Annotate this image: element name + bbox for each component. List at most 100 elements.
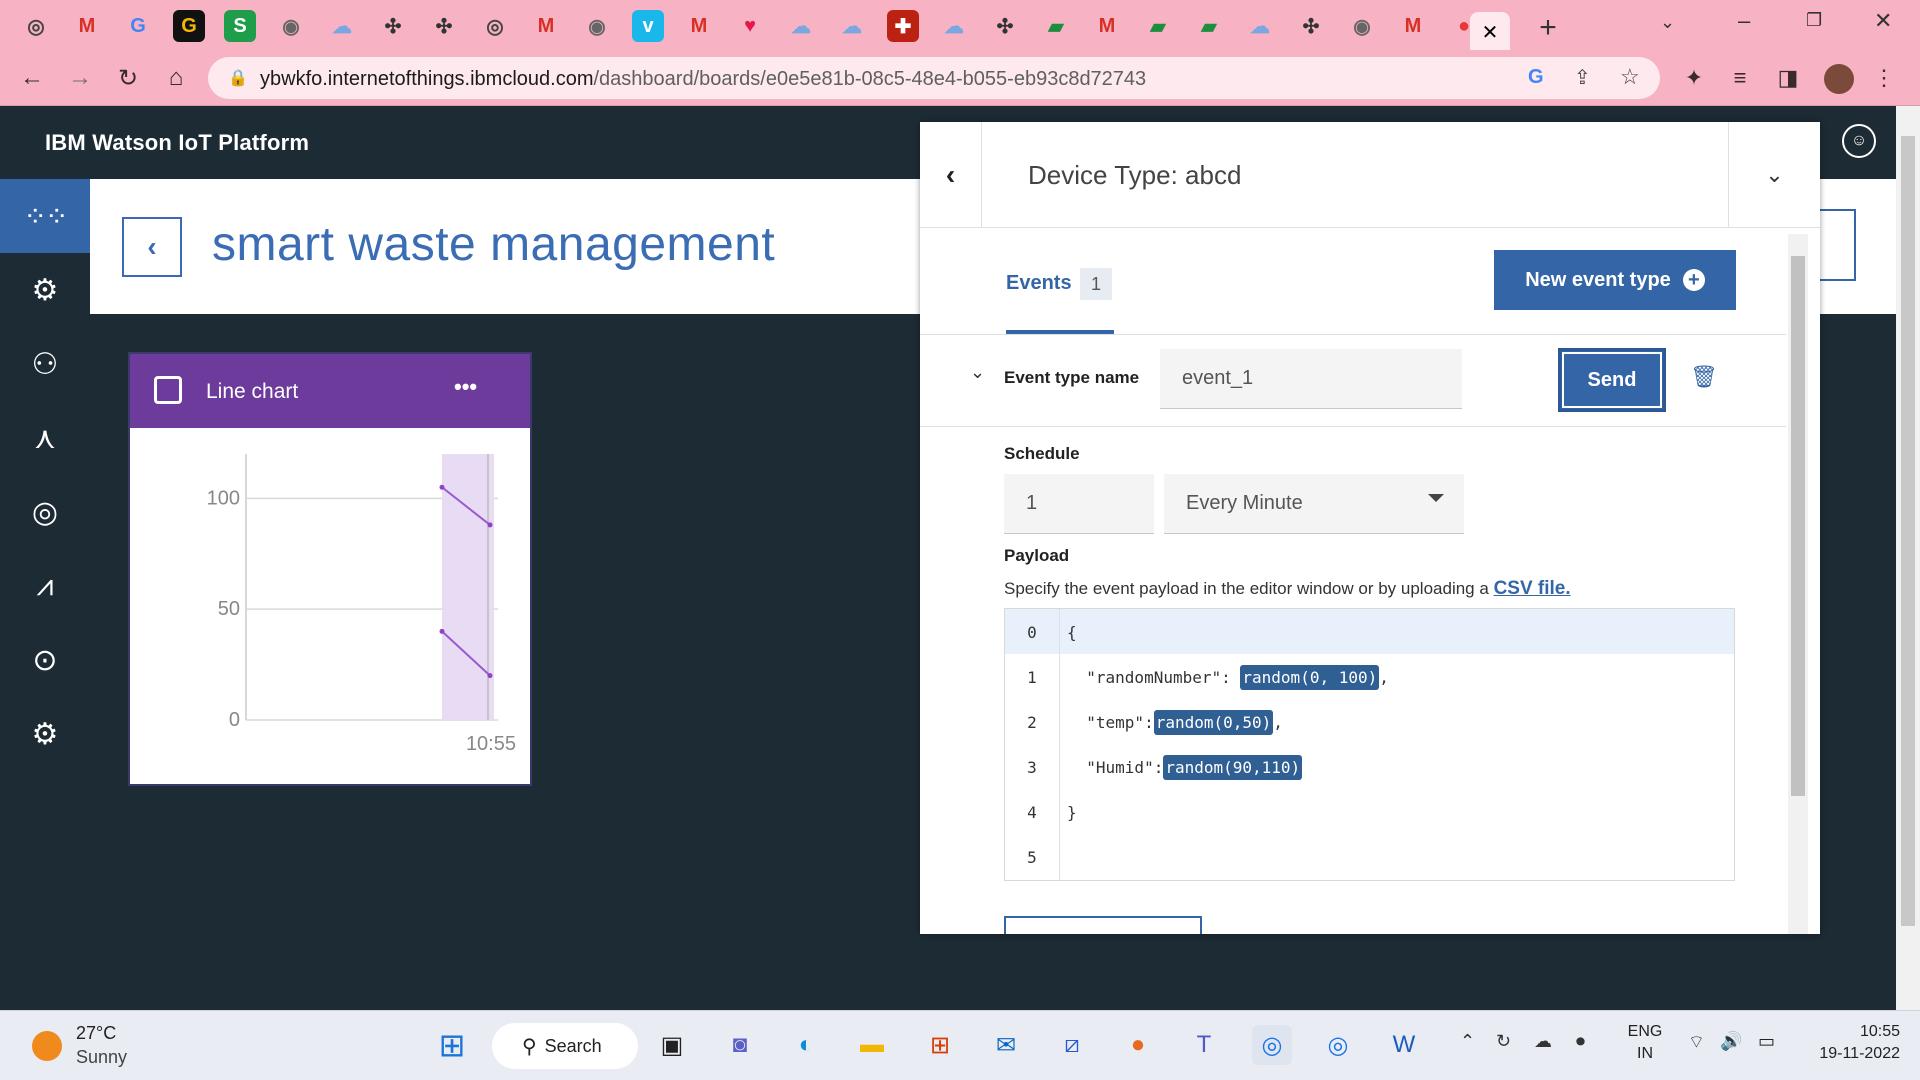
extensions-icon[interactable]: ✦	[1678, 62, 1710, 94]
browser-tab[interactable]: ▰	[1193, 10, 1225, 42]
weather-temp[interactable]: 27°C	[76, 1023, 116, 1044]
schedule-unit-select[interactable]: Every Minute	[1164, 474, 1464, 534]
media-queue-icon[interactable]: ≡	[1724, 62, 1756, 94]
google-lens-icon[interactable]: G	[1528, 66, 1544, 89]
weather-desc[interactable]: Sunny	[76, 1047, 127, 1068]
chrome-icon[interactable]: ◎	[1252, 1025, 1292, 1065]
task-view-icon[interactable]: ▣	[652, 1025, 692, 1065]
browser-tab[interactable]: G	[122, 10, 154, 42]
page-scrollbar-thumb[interactable]	[1901, 136, 1915, 926]
firefox-icon[interactable]: ●	[1118, 1025, 1158, 1065]
share-icon[interactable]: ⇪	[1574, 65, 1591, 90]
chrome-icon[interactable]: ◎	[1318, 1025, 1358, 1065]
browser-tab[interactable]: S	[224, 10, 256, 42]
sidebar-item-identity[interactable]: ◎	[0, 475, 90, 549]
sidebar-item-apps[interactable]: ⋏	[0, 401, 90, 475]
browser-tab[interactable]: v	[632, 10, 664, 42]
browser-tab[interactable]: G	[173, 10, 205, 42]
browser-tab[interactable]: ✣	[1295, 10, 1327, 42]
card-menu-button[interactable]: •••	[454, 374, 477, 400]
volume-icon[interactable]: 🔊	[1720, 1031, 1742, 1052]
windows-start-icon[interactable]: ⊞	[432, 1025, 472, 1065]
sidebar-item-devices[interactable]: ⚙	[0, 253, 90, 327]
app-icon[interactable]: ⧄	[1052, 1025, 1092, 1065]
close-tab-button[interactable]: ✕	[1470, 12, 1510, 52]
browser-tab[interactable]: ☁	[836, 10, 868, 42]
drawer-back-button[interactable]: ‹	[920, 122, 982, 228]
partial-button[interactable]	[1004, 916, 1202, 934]
sync-icon[interactable]: ↻	[1496, 1031, 1511, 1052]
csv-file-link[interactable]: CSV file.	[1494, 578, 1571, 599]
browser-tab[interactable]: ◉	[581, 10, 613, 42]
teams-icon[interactable]: T	[1184, 1025, 1224, 1065]
page-scrollbar[interactable]	[1896, 106, 1920, 1010]
file-explorer-icon[interactable]: ▬	[852, 1025, 892, 1065]
tab-search-chevron-icon[interactable]: ⌄	[1660, 12, 1675, 33]
browser-tab[interactable]: ◉	[1346, 10, 1378, 42]
trash-icon[interactable]: 🗑	[1690, 364, 1718, 390]
browser-tab[interactable]: ☁	[1244, 10, 1276, 42]
word-icon[interactable]: W	[1384, 1025, 1424, 1065]
sidebar-item-settings[interactable]: ⚙	[0, 697, 90, 771]
browser-tab[interactable]: M	[530, 10, 562, 42]
sidebar-item-boards[interactable]: ⁘⁘	[0, 179, 90, 253]
browser-tab[interactable]: ✚	[887, 10, 919, 42]
language-indicator[interactable]: ENG IN	[1622, 1023, 1668, 1063]
back-button[interactable]: ‹	[122, 217, 182, 277]
user-profile-icon[interactable]: ☺	[1842, 124, 1876, 158]
reload-icon[interactable]: ↻	[112, 62, 144, 94]
browser-tab[interactable]: M	[1397, 10, 1429, 42]
send-button[interactable]: Send	[1558, 348, 1666, 412]
address-bar[interactable]: 🔒 ybwkfo.internetofthings.ibmcloud.com/d…	[208, 57, 1660, 99]
menu-kebab-icon[interactable]: ⋮	[1868, 62, 1900, 94]
restore-button[interactable]: ❐	[1806, 10, 1822, 31]
sidebar-item-members[interactable]: ⚇	[0, 327, 90, 401]
browser-tab[interactable]: M	[71, 10, 103, 42]
tray-chevron-icon[interactable]: ⌃	[1460, 1031, 1475, 1052]
bookmark-star-icon[interactable]: ☆	[1620, 64, 1640, 90]
scrollbar[interactable]	[1788, 234, 1808, 934]
schedule-number-input[interactable]: 1	[1004, 474, 1154, 534]
profile-avatar[interactable]	[1824, 64, 1854, 94]
clock[interactable]: 10:55 19-11-2022	[1800, 1023, 1900, 1063]
browser-tab[interactable]: ✣	[428, 10, 460, 42]
wifi-icon[interactable]: ⌔	[1688, 1031, 1705, 1054]
expand-chevron-icon[interactable]: ⌄	[970, 362, 985, 383]
event-type-name-input[interactable]: event_1	[1160, 349, 1462, 409]
browser-tab[interactable]: ♥	[734, 10, 766, 42]
forward-arrow-icon[interactable]: →	[64, 62, 96, 94]
browser-tab[interactable]: ✣	[377, 10, 409, 42]
edge-icon[interactable]: ◐	[786, 1025, 826, 1065]
store-icon[interactable]: ⊞	[920, 1025, 960, 1065]
browser-tab[interactable]: ☁	[785, 10, 817, 42]
browser-tab[interactable]: M	[1091, 10, 1123, 42]
browser-tab[interactable]: ✣	[989, 10, 1021, 42]
home-icon[interactable]: ⌂	[160, 62, 192, 94]
taskbar-search[interactable]: ⚲ Search	[492, 1023, 638, 1069]
new-tab-button[interactable]: +	[1530, 10, 1566, 46]
browser-tab[interactable]: ▰	[1040, 10, 1072, 42]
battery-icon[interactable]: ▭	[1758, 1031, 1775, 1052]
chat-icon[interactable]: ◙	[720, 1025, 760, 1065]
scrollbar-thumb[interactable]	[1791, 256, 1805, 796]
browser-tab[interactable]: M	[683, 10, 715, 42]
browser-tab[interactable]: ◎	[20, 10, 52, 42]
sidebar-item-security[interactable]: ⊙	[0, 623, 90, 697]
minimize-button[interactable]: –	[1738, 8, 1750, 34]
side-panel-icon[interactable]: ◨	[1772, 62, 1804, 94]
browser-tab[interactable]: ☁	[326, 10, 358, 42]
browser-tab[interactable]: ◉	[275, 10, 307, 42]
microphone-icon[interactable]: ⏺	[1576, 1031, 1585, 1052]
back-arrow-icon[interactable]: ←	[16, 62, 48, 94]
payload-editor[interactable]: 0 {1 "randomNumber": random(0, 100), 2 "te…	[1004, 608, 1735, 881]
new-event-type-button[interactable]: New event type +	[1494, 250, 1736, 310]
close-window-button[interactable]: ✕	[1874, 8, 1892, 34]
browser-tab[interactable]: ◎	[479, 10, 511, 42]
tab-events[interactable]: Events	[1006, 272, 1072, 295]
board-action-button[interactable]	[1820, 209, 1856, 281]
sidebar-item-usage[interactable]: ⩘	[0, 549, 90, 623]
browser-tab[interactable]: ▰	[1142, 10, 1174, 42]
browser-tab[interactable]: ☁	[938, 10, 970, 42]
onedrive-icon[interactable]: ☁	[1534, 1031, 1552, 1052]
collapse-button[interactable]: ⌄	[1728, 122, 1820, 228]
